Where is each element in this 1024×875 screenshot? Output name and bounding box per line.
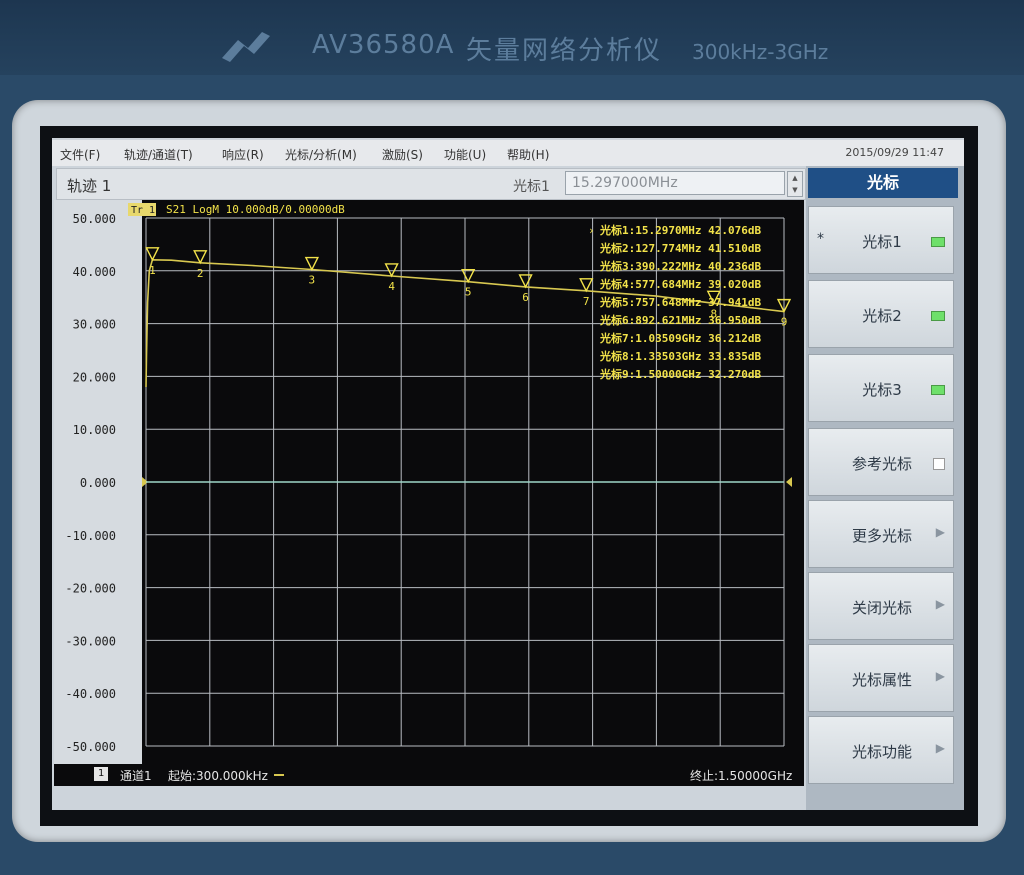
marker-readout-line: 光标3:390.222MHz 40.236dB [599,259,761,273]
marker-number: 3 [309,274,316,287]
softkey-2[interactable]: 光标2 [808,280,954,348]
submenu-arrow-icon: ▶ [935,741,945,755]
marker-number: 1 [149,264,156,277]
softkey-label: 关闭光标 [851,599,912,617]
trace-chart[interactable]: 50.000 40.000 30.000 20.000 10.000 0.000 -10.0… [54,200,804,784]
y-tick-label: 40.000 [73,265,116,279]
submenu-arrow-icon: ▶ [935,525,945,539]
trace-info: S21 LogM 10.000dB/0.00000dB [166,203,345,216]
trace-title: 轨迹 1 [67,177,112,195]
softkey-label: 光标功能 [851,743,912,761]
softkey-1[interactable]: 光标1 * [808,206,954,274]
marker-triangle-icon [579,278,594,293]
plot-area[interactable]: 50.000 40.000 30.000 20.000 10.000 0.000 -10.0… [54,200,804,784]
instrument-brand: AV36580A 矢量网络分析仪 300kHz-3GHz [0,24,1024,72]
instrument-model: AV36580A [312,30,455,60]
softkey-8[interactable]: 光标功能 ▶ [808,716,954,784]
marker-field-label: 光标1 [513,179,550,195]
softkey-panel: 光标 光标1 * 光标2 光标3 参考光标更多光标 ▶ 关闭光标 ▶ 光标属性 ▶ 光标功能 ▶ [806,166,964,810]
y-tick-label: -10.000 [65,529,116,543]
led-indicator-icon [931,311,945,321]
reference-right-arrow-icon [786,477,792,487]
instrument-range: 300kHz-3GHz [692,40,829,64]
analyzer-screen: 文件(F) 轨迹/通道(T) 响应(R) 光标/分析(M) 激励(S) 功能(U… [52,138,964,810]
y-tick-label: 10.000 [73,423,116,437]
marker-triangle-icon [145,247,160,262]
status-bar: 1 通道1 起始:300.000kHz 终止:1.50000GHz [54,764,804,786]
checkbox-icon [933,458,945,470]
marker-number: 2 [197,267,204,280]
y-tick-label: 20.000 [73,370,116,384]
y-tick-label: 0.000 [80,476,116,490]
menu-file[interactable]: 文件(F) [60,146,100,163]
y-tick-label: 30.000 [73,318,116,332]
softkey-label: 更多光标 [851,527,912,545]
menu-marker-analysis[interactable]: 光标/分析(M) [285,146,357,163]
y-tick-label: -30.000 [65,634,116,648]
marker-readout-line: 光标7:1.03509GHz 36.212dB [599,331,761,345]
menu-help[interactable]: 帮助(H) [507,146,549,163]
marker-readout-line: 光标4:577.684MHz 39.020dB [599,277,761,291]
softkey-6[interactable]: 关闭光标 ▶ [808,572,954,640]
channel-label: 通道1 [120,769,152,783]
marker-number: 9 [781,316,788,329]
softkey-label: 光标属性 [851,671,912,689]
y-tick-label: -40.000 [65,687,116,701]
instrument-name: 矢量网络分析仪 [466,36,663,66]
softkey-menu-title: 光标 [808,168,958,198]
marker-spinner[interactable]: ▲ ▼ [787,171,803,197]
submenu-arrow-icon: ▶ [935,669,945,683]
active-marker-arrow-icon: › [588,224,595,237]
softkey-4[interactable]: 参考光标 [808,428,954,496]
marker-number: 7 [583,295,590,308]
trace-badge-label: Tr 1 [131,205,155,216]
menu-trace-channel[interactable]: 轨迹/通道(T) [124,146,193,163]
marker-number: 6 [522,291,529,304]
datetime: 2015/09/29 11:47 [845,146,944,159]
marker-triangle-icon [304,256,320,272]
led-indicator-icon [931,385,945,395]
y-tick-label: 50.000 [73,212,116,226]
marker-number: 4 [388,280,395,293]
marker-readout-line: 光标6:892.621MHz 36.950dB [599,313,761,327]
trace-header: 轨迹 1 光标1 ▲ ▼ [56,168,806,200]
marker-readout-line: 光标9:1.50000GHz 32.270dB [599,367,761,381]
softkey-3[interactable]: 光标3 [808,354,954,422]
y-tick-label: -20.000 [65,582,116,596]
marker-triangle-icon [461,268,476,284]
marker-triangle-icon [384,263,399,278]
y-tick-label: -50.000 [65,740,116,754]
led-indicator-icon [931,237,945,247]
spin-down-icon[interactable]: ▼ [788,184,802,196]
marker-triangle-icon [518,274,533,289]
marker-readout-line: 光标8:1.33503GHz 33.835dB [599,349,761,363]
marker-readout-line: 光标5:757.648MHz 37.941dB [599,295,761,309]
trace-color-swatch [274,774,284,776]
marker-readout-line: 光标2:127.774MHz 41.510dB [599,241,761,255]
menu-stimulus[interactable]: 激励(S) [382,146,423,163]
stop-frequency: 终止:1.50000GHz [690,769,793,783]
marker-number: 5 [465,286,472,299]
active-star-icon: * [817,231,824,247]
menu-response[interactable]: 响应(R) [222,146,264,163]
marker-triangle-icon [193,250,208,265]
softkey-7[interactable]: 光标属性 ▶ [808,644,954,712]
menubar: 文件(F) 轨迹/通道(T) 响应(R) 光标/分析(M) 激励(S) 功能(U… [52,140,964,166]
menu-function[interactable]: 功能(U) [444,146,486,163]
marker-readout-line: 光标1:15.2970MHz 42.076dB [599,223,761,237]
channel-number-badge: 1 [94,767,109,781]
spin-up-icon[interactable]: ▲ [788,172,802,184]
submenu-arrow-icon: ▶ [935,597,945,611]
brand-logo-icon [222,32,270,62]
softkey-5[interactable]: 更多光标 ▶ [808,500,954,568]
marker-frequency-input[interactable] [565,171,785,195]
start-frequency: 起始:300.000kHz [168,769,268,783]
